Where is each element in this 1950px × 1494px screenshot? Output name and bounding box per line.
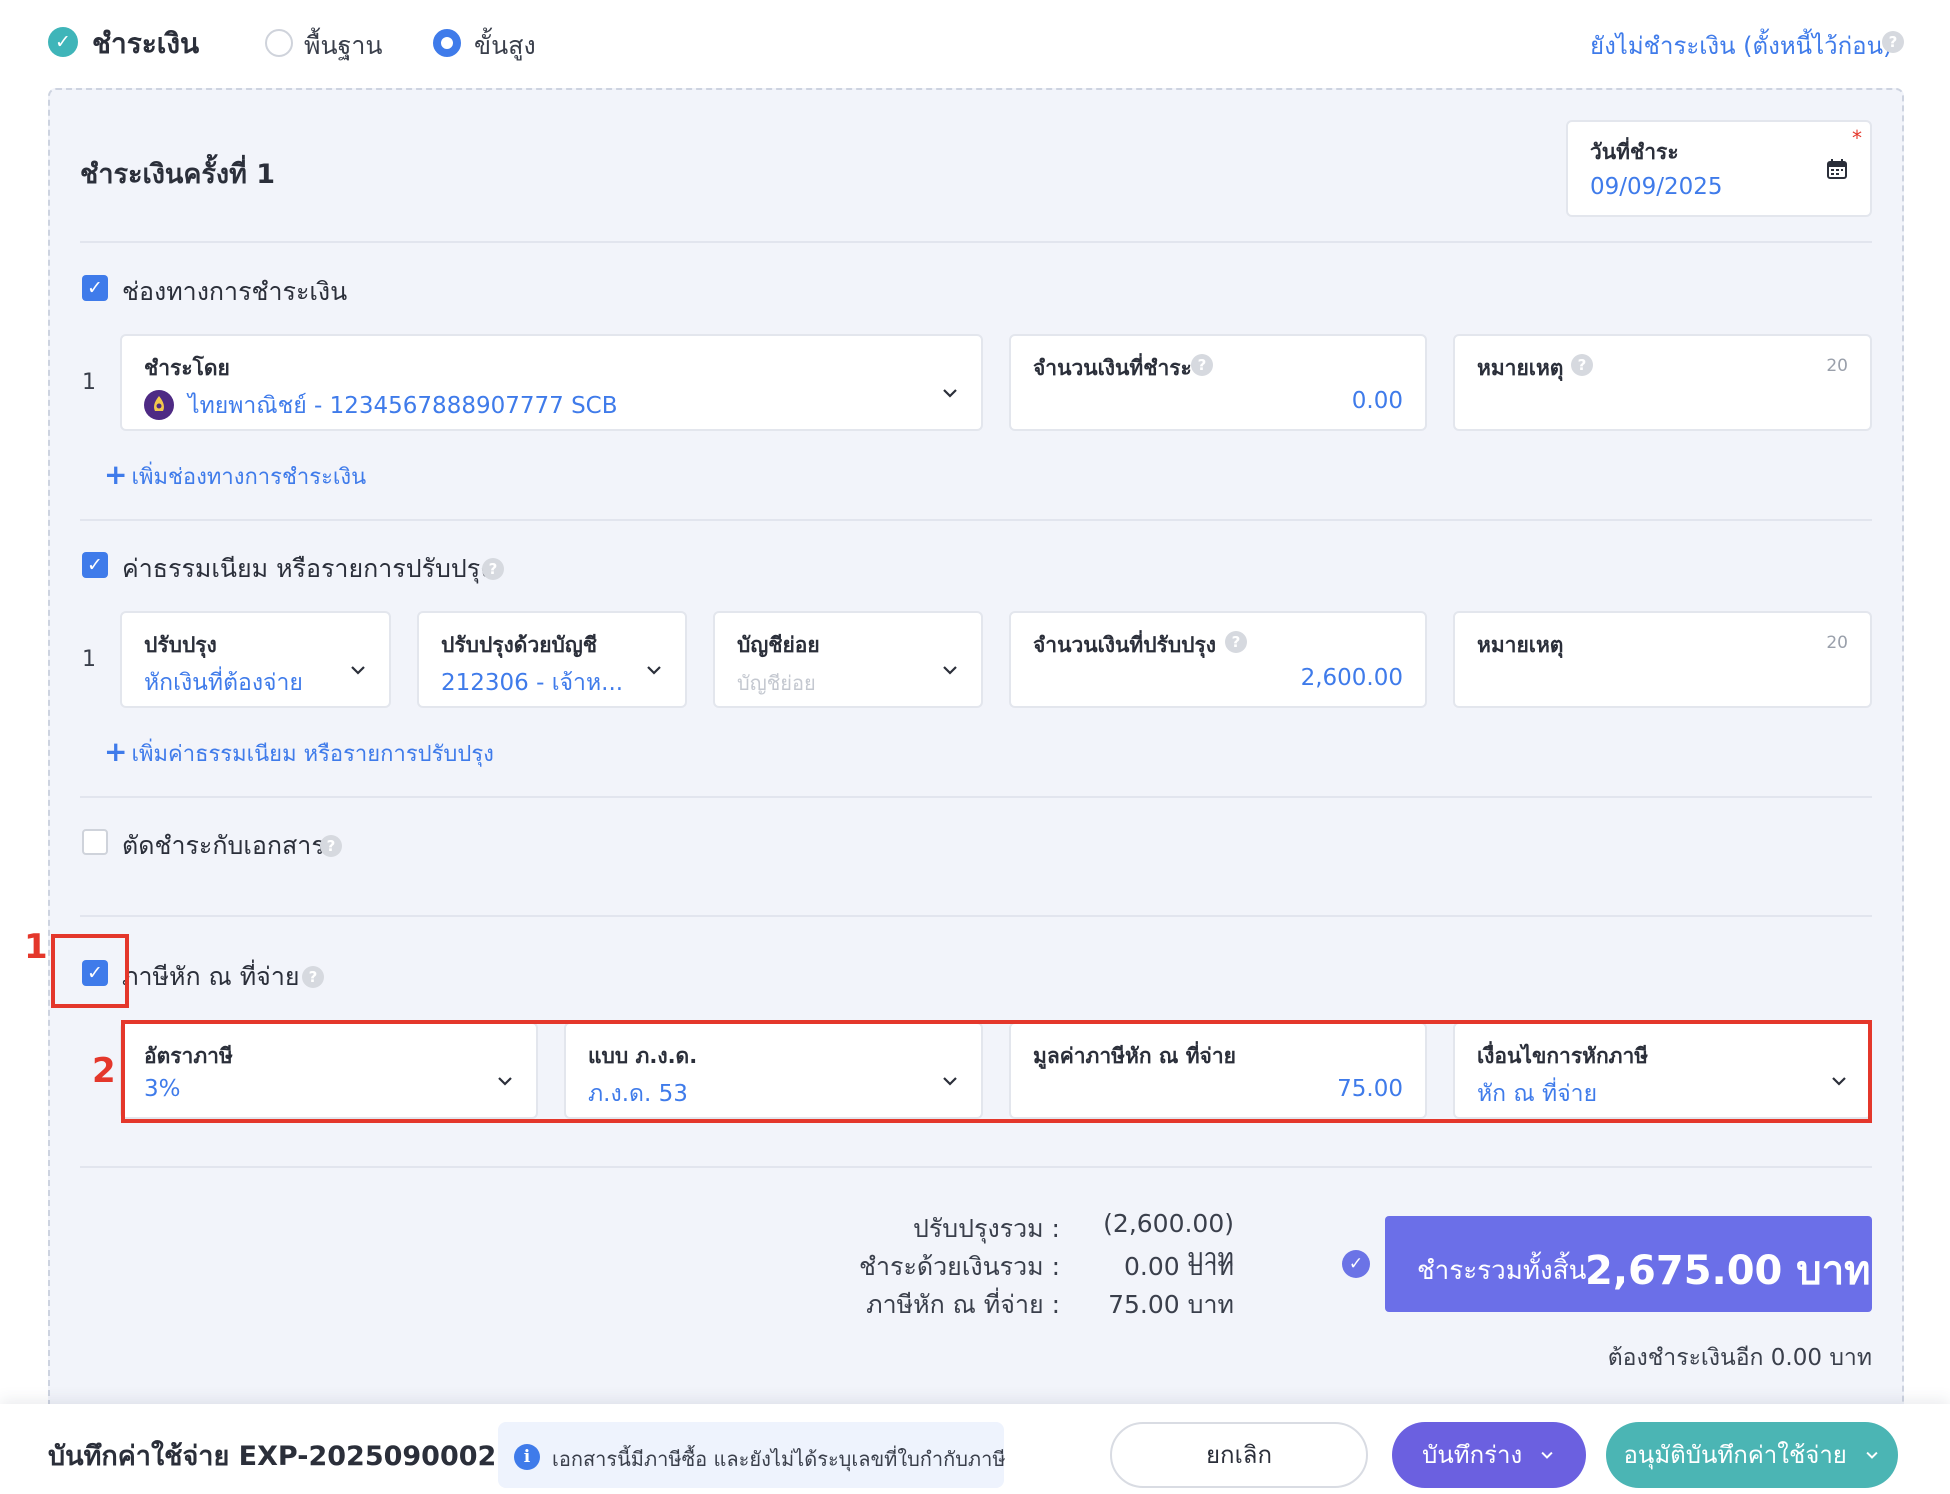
withholding-help-icon[interactable]: ? [302,966,324,988]
channel-note-field[interactable]: หมายเหตุ ? 20 [1453,334,1872,431]
subaccount-placeholder[interactable]: บัญชีย่อย [737,667,816,699]
fee-note-label: หมายเหตุ [1477,633,1564,657]
chevron-down-icon[interactable] [347,659,369,681]
total-label: ชำระรวมทั้งสิ้น [1417,1256,1587,1286]
payment-title: ชำระเงินครั้งที่ 1 [80,159,276,190]
cancel-button[interactable]: ยกเลิก [1110,1422,1368,1488]
document-title: บันทึกค่าใช้จ่าย EXP-20250900025 [48,1441,516,1472]
add-fee-label[interactable]: เพิ่มค่าธรรมเนียม หรือรายการปรับปรุง [131,742,493,767]
pay-by-select[interactable]: ชำระโดย ไทยพาณิชย์ - 1234567888907777 SC… [120,334,983,431]
add-fee-link[interactable]: + เพิ่มค่าธรรมเนียม หรือรายการปรับปรุง [104,735,494,771]
summary-paid-value: 0.00 บาท [1124,1252,1234,1281]
summary-paid-label: ชำระด้วยเงินรวม : [859,1252,1060,1281]
required-asterisk: * [1852,126,1862,150]
unpaid-link[interactable]: ยังไม่ชำระเงิน (ตั้งหนี้ไว้ก่อน) [1590,26,1892,65]
offset-help-icon[interactable]: ? [320,835,342,857]
save-draft-label[interactable]: บันทึกร่าง [1422,1441,1522,1469]
chevron-down-icon[interactable] [1863,1423,1881,1489]
offset-label: ตัดชำระกับเอกสาร [122,831,325,860]
fees-label: ค่าธรรมเนียม หรือรายการปรับปรุง [122,554,493,583]
divider [80,1166,1872,1168]
pay-by-label: ชำระโดย [144,356,230,380]
subaccount-label: บัญชีย่อย [737,633,820,657]
payment-date-value[interactable]: 09/09/2025 [1590,174,1723,200]
annotation-box-2 [121,1020,1872,1123]
channel-amount-field[interactable]: จำนวนเงินที่ชำระ ? 0.00 [1009,334,1427,431]
adjust-amount-label: จำนวนเงินที่ปรับปรุง [1033,633,1217,657]
tax-invoice-notice: i เอกสารนี้มีภาษีซื้อ และยังไม่ได้ระบุเล… [498,1422,1006,1488]
payment-date-field[interactable]: วันที่ชำระ 09/09/2025 * [1566,120,1872,217]
unpaid-help-icon[interactable]: ? [1882,31,1904,53]
chevron-down-icon[interactable] [643,659,665,681]
adjust-account-label: ปรับปรุงด้วยบัญชี [441,633,598,657]
approve-button[interactable]: อนุมัติบันทึกค่าใช้จ่าย [1606,1422,1898,1488]
total-confirm-check-icon[interactable]: ✓ [1342,1250,1370,1278]
mode-basic-radio[interactable] [265,29,293,57]
adjust-type-value[interactable]: หักเงินที่ต้องจ่าย [144,665,303,701]
bank-logo-icon [144,390,174,420]
adjust-amount-help-icon[interactable]: ? [1225,631,1247,653]
summary-withholding-label: ภาษีหัก ณ ที่จ่าย : [866,1290,1060,1319]
mode-advanced-label[interactable]: ขั้นสูง [474,26,536,66]
subaccount-select[interactable]: บัญชีย่อย บัญชีย่อย [713,611,983,708]
channel-note-help-icon[interactable]: ? [1571,354,1593,376]
offset-checkbox[interactable]: ✓ [82,829,108,855]
payment-date-label: วันที่ชำระ [1590,140,1679,164]
fee-note-field[interactable]: หมายเหตุ 20 [1453,611,1872,708]
calendar-icon[interactable] [1826,158,1848,184]
channel-amount-value[interactable]: 0.00 [1352,388,1403,414]
tax-invoice-notice-text: เอกสารนี้มีภาษีซื้อ และยังไม่ได้ระบุเลขท… [552,1447,1006,1471]
mode-basic-label[interactable]: พื้นฐาน [304,26,383,66]
channels-label: ช่องทางการชำระเงิน [122,277,348,306]
plus-icon: + [104,458,128,491]
total-amount: 2,675.00 บาท [1585,1248,1871,1294]
add-channel-link[interactable]: + เพิ่มช่องทางการชำระเงิน [104,458,366,494]
adjust-account-value[interactable]: 212306 - เจ้าห... [441,665,623,701]
summary-withholding-value: 75.00 บาท [1108,1290,1234,1319]
pay-title: ชำระเงิน [92,27,200,60]
annotation-number-2: 2 [92,1051,116,1091]
divider [80,796,1872,798]
fee-row-number: 1 [82,647,96,672]
adjust-type-select[interactable]: ปรับปรุง หักเงินที่ต้องจ่าย [120,611,391,708]
pay-by-value[interactable]: ไทยพาณิชย์ - 1234567888907777 SCB [188,388,618,424]
add-channel-label[interactable]: เพิ่มช่องทางการชำระเงิน [131,465,366,490]
mode-advanced-radio[interactable] [433,29,461,57]
channel-note-counter: 20 [1826,356,1848,376]
divider [80,241,1872,243]
plus-icon: + [104,735,128,768]
pay-enabled-check-icon[interactable]: ✓ [48,27,78,57]
save-draft-button[interactable]: บันทึกร่าง [1392,1422,1586,1488]
adjust-type-label: ปรับปรุง [144,633,217,657]
adjust-account-select[interactable]: ปรับปรุงด้วยบัญชี 212306 - เจ้าห... [417,611,687,708]
channel-amount-label: จำนวนเงินที่ชำระ [1033,356,1192,380]
fees-checkbox[interactable]: ✓ [82,552,108,578]
annotation-box-1 [51,934,129,1008]
adjust-amount-value[interactable]: 2,600.00 [1301,665,1403,691]
info-icon: i [514,1444,540,1470]
chevron-down-icon[interactable] [1538,1423,1556,1489]
annotation-number-1: 1 [24,927,48,967]
withholding-label: ภาษีหัก ณ ที่จ่าย [122,962,300,991]
chevron-down-icon[interactable] [939,382,961,404]
channels-checkbox[interactable]: ✓ [82,275,108,301]
channel-row-number: 1 [82,370,96,395]
fees-help-icon[interactable]: ? [482,558,504,580]
cancel-button-label[interactable]: ยกเลิก [1206,1441,1272,1469]
total-box: ชำระรวมทั้งสิ้น 2,675.00 บาท [1385,1216,1872,1312]
divider [80,519,1872,521]
adjust-amount-field[interactable]: จำนวนเงินที่ปรับปรุง ? 2,600.00 [1009,611,1427,708]
channel-note-label: หมายเหตุ [1477,356,1564,380]
chevron-down-icon[interactable] [939,659,961,681]
summary-adjust-label: ปรับปรุงรวม : [913,1214,1060,1243]
fee-note-counter: 20 [1826,633,1848,653]
approve-button-label[interactable]: อนุมัติบันทึกค่าใช้จ่าย [1624,1441,1847,1469]
channel-amount-help-icon[interactable]: ? [1191,354,1213,376]
remaining-balance: ต้องชำระเงินอีก 0.00 บาท [1607,1345,1872,1371]
divider [80,915,1872,917]
